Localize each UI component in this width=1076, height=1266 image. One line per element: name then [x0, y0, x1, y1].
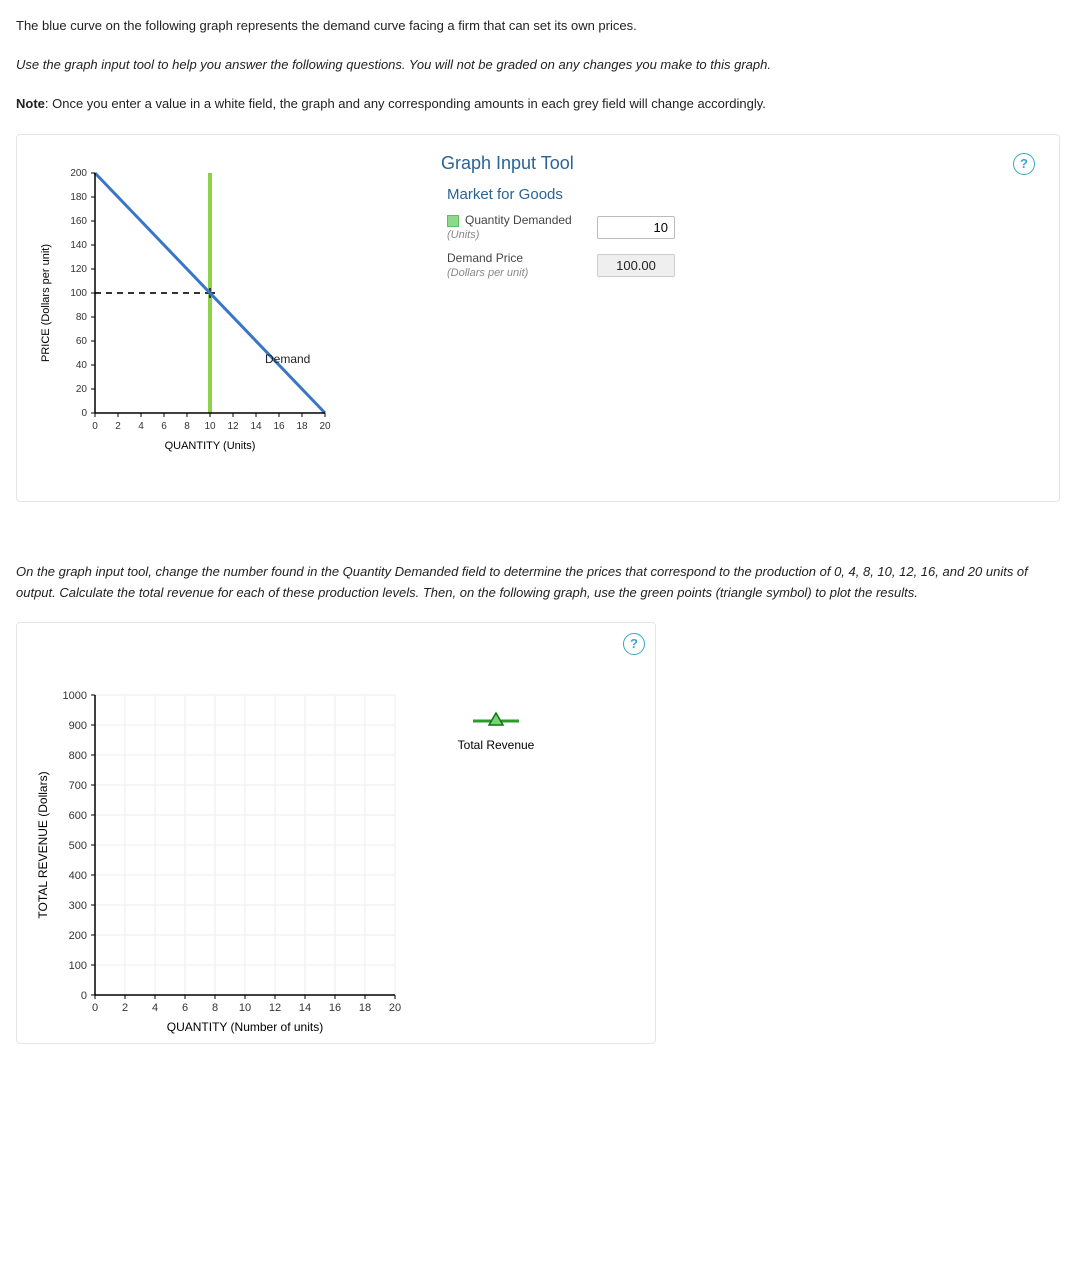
- total-revenue-panel: ? 0 100 200 300 400 500 600 700 800 900 1000 0 2 4 6 8…: [16, 622, 656, 1044]
- tool-title: Graph Input Tool: [441, 153, 1035, 174]
- svg-text:160: 160: [70, 216, 87, 227]
- svg-text:2: 2: [115, 421, 121, 432]
- svg-text:QUANTITY (Number of units): QUANTITY (Number of units): [167, 1020, 323, 1034]
- svg-text:18: 18: [359, 1002, 371, 1014]
- price-units: (Dollars per unit): [447, 267, 528, 279]
- svg-text:200: 200: [70, 168, 87, 179]
- svg-text:12: 12: [227, 421, 239, 432]
- svg-text:8: 8: [212, 1002, 218, 1014]
- price-label-text: Demand Price: [447, 251, 523, 265]
- svg-text:6: 6: [182, 1002, 188, 1014]
- tool-section-title: Market for Goods: [447, 186, 1035, 203]
- quantity-units: (Units): [447, 229, 479, 241]
- svg-text:16: 16: [273, 421, 285, 432]
- input-tool: ? Graph Input Tool Market for Goods Quan…: [425, 143, 1051, 299]
- intro-paragraph-3: Note: Once you enter a value in a white …: [16, 94, 1060, 115]
- svg-text:16: 16: [329, 1002, 341, 1014]
- svg-text:120: 120: [70, 264, 87, 275]
- total-revenue-plot-tool[interactable]: Total Revenue: [458, 713, 535, 752]
- svg-text:12: 12: [269, 1002, 281, 1014]
- svg-text:20: 20: [76, 384, 88, 395]
- quantity-label: Quantity Demanded (Units): [447, 213, 597, 241]
- svg-text:200: 200: [69, 930, 87, 942]
- svg-text:20: 20: [389, 1002, 401, 1014]
- svg-text:800: 800: [69, 750, 87, 762]
- graph-input-panel: 0 20 40 60 80 100 120 140 160 180 200 0 2 4 6 8 10 12 14 1…: [16, 134, 1060, 502]
- svg-text:1000: 1000: [63, 690, 87, 702]
- svg-text:4: 4: [152, 1002, 158, 1014]
- note-label: Note: [16, 96, 45, 111]
- svg-text:14: 14: [299, 1002, 311, 1014]
- svg-text:6: 6: [161, 421, 167, 432]
- svg-text:600: 600: [69, 810, 87, 822]
- svg-text:100: 100: [70, 288, 87, 299]
- quantity-input[interactable]: [597, 216, 675, 239]
- svg-text:40: 40: [76, 360, 88, 371]
- intro-paragraph-2: Use the graph input tool to help you ans…: [16, 55, 1060, 76]
- mid-instruction: On the graph input tool, change the numb…: [16, 562, 1060, 604]
- svg-text:14: 14: [250, 421, 262, 432]
- svg-text:Total Revenue: Total Revenue: [458, 738, 535, 752]
- help-icon[interactable]: ?: [623, 633, 645, 655]
- svg-text:180: 180: [70, 192, 87, 203]
- svg-text:0: 0: [81, 990, 87, 1002]
- svg-text:100: 100: [69, 960, 87, 972]
- svg-text:400: 400: [69, 870, 87, 882]
- svg-text:300: 300: [69, 900, 87, 912]
- note-text: : Once you enter a value in a white fiel…: [45, 96, 766, 111]
- price-label: Demand Price (Dollars per unit): [447, 251, 597, 279]
- intro-paragraph-1: The blue curve on the following graph re…: [16, 16, 1060, 37]
- svg-text:10: 10: [239, 1002, 251, 1014]
- svg-text:Demand: Demand: [265, 352, 310, 366]
- svg-text:QUANTITY (Units): QUANTITY (Units): [165, 440, 256, 452]
- svg-text:TOTAL REVENUE (Dollars): TOTAL REVENUE (Dollars): [36, 771, 50, 918]
- svg-text:500: 500: [69, 840, 87, 852]
- quantity-legend-swatch: [447, 215, 459, 227]
- svg-text:2: 2: [122, 1002, 128, 1014]
- price-row: Demand Price (Dollars per unit) 100.00: [447, 251, 1035, 279]
- svg-text:80: 80: [76, 312, 88, 323]
- svg-text:20: 20: [319, 421, 331, 432]
- svg-text:60: 60: [76, 336, 88, 347]
- svg-text:8: 8: [184, 421, 190, 432]
- demand-graph[interactable]: 0 20 40 60 80 100 120 140 160 180 200 0 2 4 6 8 10 12 14 1…: [25, 143, 425, 493]
- svg-text:10: 10: [204, 421, 216, 432]
- svg-text:700: 700: [69, 780, 87, 792]
- svg-text:PRICE (Dollars per unit): PRICE (Dollars per unit): [40, 244, 52, 362]
- quantity-label-text: Quantity Demanded: [465, 213, 572, 227]
- quantity-row: Quantity Demanded (Units): [447, 213, 1035, 241]
- svg-text:0: 0: [81, 408, 87, 419]
- svg-text:140: 140: [70, 240, 87, 251]
- svg-text:900: 900: [69, 720, 87, 732]
- svg-text:0: 0: [92, 421, 98, 432]
- svg-text:0: 0: [92, 1002, 98, 1014]
- svg-text:4: 4: [138, 421, 144, 432]
- price-readout: 100.00: [597, 254, 675, 277]
- svg-text:18: 18: [296, 421, 308, 432]
